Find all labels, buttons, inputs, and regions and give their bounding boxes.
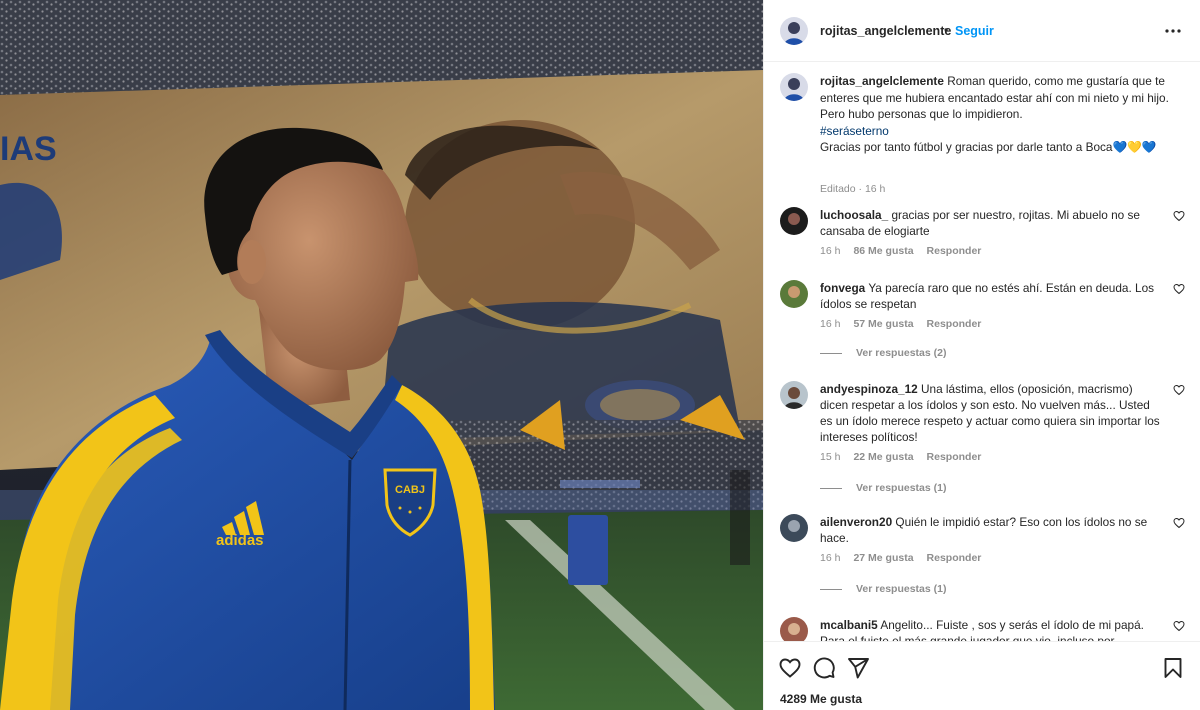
view-replies-button[interactable]: Ver respuestas (2): [820, 347, 946, 359]
caption-text-2: Gracias por tanto fútbol y gracias por d…: [820, 140, 1157, 154]
banner-text: IAS: [0, 130, 57, 168]
post-image: IAS adidas CABJ: [0, 0, 763, 710]
commenter-avatar[interactable]: [780, 207, 808, 235]
post-photo[interactable]: IAS adidas CABJ: [0, 0, 763, 710]
send-icon[interactable]: [846, 656, 870, 680]
follow-button[interactable]: Seguir: [955, 24, 994, 38]
comment-meta: 16 h 86 Me gusta Responder: [820, 245, 994, 257]
comment-meta: 15 h 22 Me gusta Responder: [820, 451, 994, 463]
comment-likes[interactable]: 27 Me gusta: [853, 552, 913, 564]
comment-text-block: ailenveron20 Quién le impidió estar? Eso…: [820, 514, 1160, 546]
comment-likes[interactable]: 22 Me gusta: [853, 451, 913, 463]
commenter-avatar[interactable]: [780, 617, 808, 641]
caption-avatar[interactable]: [780, 73, 808, 101]
jacket-brand-text: adidas: [216, 532, 264, 549]
view-replies-button[interactable]: Ver respuestas (1): [820, 583, 946, 595]
replies-divider: [820, 352, 842, 354]
reply-button[interactable]: Responder: [927, 552, 982, 564]
commenter-username[interactable]: andyespinoza_12: [820, 382, 918, 396]
comment-icon[interactable]: [812, 656, 836, 680]
caption-meta: Editado · 16 h: [820, 183, 886, 195]
comment-text-block: fonvega Ya parecía raro que no estés ahí…: [820, 280, 1160, 312]
comment-text: Ya parecía raro que no estés ahí. Están …: [820, 281, 1155, 311]
comment-like-icon[interactable]: [1173, 384, 1185, 396]
comment-text-block: mcalbani5 Angelito... Fuiste , sos y ser…: [820, 617, 1160, 641]
commenter-avatar[interactable]: [780, 381, 808, 409]
reply-button[interactable]: Responder: [927, 245, 982, 257]
replies-divider: [820, 588, 842, 590]
comment-time: 16 h: [820, 245, 841, 257]
comment-text-block: andyespinoza_12 Una lástima, ellos (opos…: [820, 381, 1160, 445]
more-options-icon[interactable]: [1163, 22, 1183, 40]
comment-meta: 16 h 57 Me gusta Responder: [820, 318, 994, 330]
comment-like-icon[interactable]: [1173, 283, 1185, 295]
comment-likes[interactable]: 86 Me gusta: [853, 245, 913, 257]
caption-username[interactable]: rojitas_angelclemente: [820, 74, 944, 88]
post-actions-bar: 4289 Me gusta: [764, 641, 1200, 710]
comment-like-icon[interactable]: [1173, 517, 1185, 529]
commenter-username[interactable]: ailenveron20: [820, 515, 892, 529]
comments-list[interactable]: rojitas_angelclemente Roman querido, com…: [764, 63, 1200, 641]
author-username[interactable]: rojitas_angelclemente: [820, 24, 951, 38]
commenter-username[interactable]: mcalbani5: [820, 618, 878, 632]
bookmark-icon[interactable]: [1161, 656, 1185, 680]
post-header: rojitas_angelclemente • Seguir: [764, 0, 1200, 62]
reply-button[interactable]: Responder: [927, 318, 982, 330]
reply-button[interactable]: Responder: [927, 451, 982, 463]
comment-meta: 16 h 27 Me gusta Responder: [820, 552, 994, 564]
commenter-avatar[interactable]: [780, 280, 808, 308]
comment-time: 15 h: [820, 451, 841, 463]
caption-hashtag[interactable]: #seráseterno: [820, 123, 1185, 140]
comment-text-block: luchoosala_ gracias por ser nuestro, roj…: [820, 207, 1160, 239]
badge-text: CABJ: [395, 484, 425, 496]
comment-time: 16 h: [820, 318, 841, 330]
replies-divider: [820, 487, 842, 489]
view-replies-label: Ver respuestas (2): [856, 347, 947, 359]
view-replies-label: Ver respuestas (1): [856, 583, 947, 595]
comment-likes[interactable]: 57 Me gusta: [853, 318, 913, 330]
view-replies-button[interactable]: Ver respuestas (1): [820, 482, 946, 494]
commenter-username[interactable]: fonvega: [820, 281, 865, 295]
comment-like-icon[interactable]: [1173, 620, 1185, 632]
post-side-panel: rojitas_angelclemente • Seguir rojitas_a…: [763, 0, 1200, 710]
commenter-username[interactable]: luchoosala_: [820, 208, 888, 222]
caption-body: rojitas_angelclemente Roman querido, com…: [820, 73, 1185, 156]
separator-dot: •: [944, 23, 949, 37]
comment-like-icon[interactable]: [1173, 210, 1185, 222]
likes-count[interactable]: 4289 Me gusta: [780, 692, 862, 706]
comment-time: 16 h: [820, 552, 841, 564]
author-avatar[interactable]: [780, 17, 808, 45]
heart-icon[interactable]: [778, 656, 802, 680]
commenter-avatar[interactable]: [780, 514, 808, 542]
view-replies-label: Ver respuestas (1): [856, 482, 947, 494]
